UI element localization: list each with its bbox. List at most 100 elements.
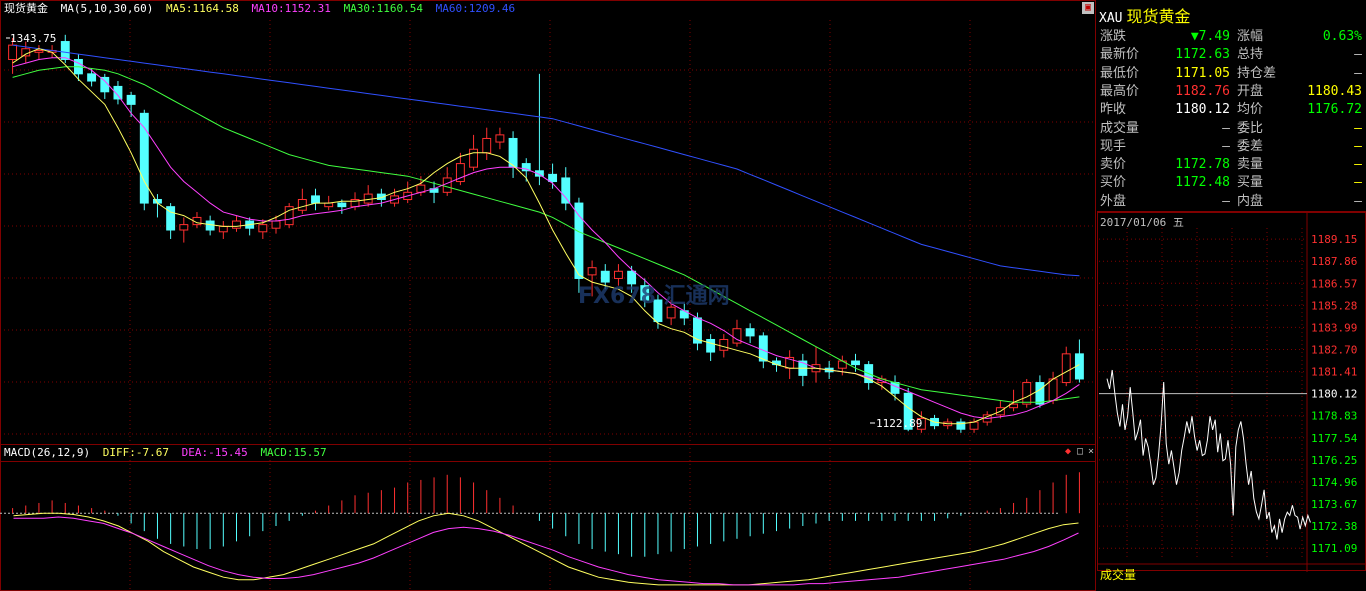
quote-value: 1172.63	[1175, 47, 1230, 63]
quote-label: 均价	[1237, 102, 1264, 118]
quote-value: 1182.76	[1175, 83, 1230, 99]
candle-body	[442, 177, 452, 193]
quote-label: 总持	[1237, 47, 1264, 63]
ma5-line	[12, 48, 1080, 425]
quote-name: 现货黄金	[1126, 7, 1191, 26]
candle-body	[469, 148, 479, 168]
quote-label: 最新价	[1100, 47, 1140, 63]
candle	[732, 319, 742, 347]
mini-tick-label: 1173.67	[1311, 498, 1357, 511]
candle-body	[179, 224, 189, 231]
quote-row: 涨跌 ▼7.49 涨幅 0.63%	[1100, 28, 1364, 46]
candle-body	[1061, 353, 1071, 384]
quote-value: —	[1354, 157, 1362, 173]
mini-tick-label: 1174.96	[1311, 476, 1357, 489]
candle-body	[561, 177, 571, 204]
candle-body	[574, 202, 584, 279]
candle-body	[969, 421, 979, 430]
candle	[811, 346, 821, 383]
quote-label: 涨幅	[1237, 29, 1264, 44]
mini-tick-label: 1178.83	[1311, 410, 1357, 423]
candle	[495, 127, 505, 150]
mini-tick-label: 1181.41	[1311, 366, 1357, 379]
quote-row: 最新价 1172.63 总持 —	[1100, 46, 1364, 64]
ma60-line	[12, 44, 1080, 277]
quote-row: 成交量 — 委比 —	[1100, 120, 1364, 138]
candle	[482, 127, 492, 160]
quote-label: 最高价	[1100, 83, 1140, 99]
candle-body	[34, 50, 44, 53]
high-price-label: 1343.75	[10, 32, 56, 45]
candle	[1022, 378, 1032, 408]
candle-body	[495, 134, 505, 143]
candle	[232, 215, 241, 232]
ma30-line	[12, 66, 1080, 403]
ma10-line	[12, 57, 1080, 420]
quote-value: 1172.48	[1175, 175, 1230, 191]
candle-body	[548, 173, 558, 183]
quote-row: 卖价 1172.78 卖量 —	[1100, 156, 1364, 174]
quote-value: 1172.78	[1175, 157, 1230, 173]
candle-body	[745, 328, 755, 337]
quote-label: 卖量	[1237, 157, 1264, 173]
low-price-label: 1122.89	[876, 417, 922, 430]
mini-tick-label: 1187.86	[1311, 255, 1357, 268]
quote-label: 内盘	[1237, 193, 1264, 209]
candle	[311, 188, 320, 211]
mini-tick-label: 1186.57	[1311, 277, 1357, 290]
candle	[218, 221, 228, 239]
moving-average-lines	[6, 37, 1080, 425]
macd-settings-icon[interactable]: ◆	[1063, 447, 1073, 457]
quote-label: 买量	[1237, 175, 1264, 191]
candle-body	[851, 360, 860, 366]
candle-body	[271, 220, 281, 229]
candle-series	[8, 34, 1084, 433]
quote-label: 买价	[1100, 175, 1127, 191]
quote-row: 最高价 1182.76 开盘 1180.43	[1100, 83, 1364, 101]
candle	[1074, 339, 1084, 383]
candle	[245, 217, 255, 236]
mini-tick-label: 1180.12	[1311, 388, 1357, 401]
candle	[442, 167, 452, 196]
quote-label: 卖价	[1100, 157, 1127, 173]
intraday-price-line	[1106, 369, 1311, 540]
candle-body	[126, 94, 136, 105]
mini-tick-label: 1176.25	[1311, 454, 1357, 467]
mini-tick-label: 1183.99	[1311, 321, 1357, 334]
quote-label: 成交量	[1100, 120, 1140, 136]
candle	[100, 73, 110, 99]
quote-title: XAU 现货黄金	[1099, 3, 1191, 26]
candle-body	[337, 202, 347, 208]
watermark: FX678 汇通网	[578, 284, 730, 309]
candle	[87, 68, 97, 87]
macd-params: MACD(26,12,9)	[4, 446, 91, 459]
candle-body	[297, 198, 307, 211]
candle-body	[8, 44, 18, 60]
candle	[745, 323, 755, 344]
candle-body	[1022, 382, 1032, 405]
quote-value: —	[1354, 138, 1362, 154]
candlestick-chart[interactable]: 1343.75 1122.89	[0, 0, 1097, 591]
candle-body	[139, 112, 149, 204]
candle	[798, 353, 808, 387]
candle-body	[508, 137, 518, 168]
quote-value: ▼7.49	[1190, 29, 1230, 44]
macd-close-icon[interactable]: ×	[1086, 447, 1096, 457]
quote-value: —	[1354, 47, 1362, 63]
mini-tick-label: 1185.28	[1311, 299, 1357, 312]
candle-body	[324, 202, 334, 208]
candle-body	[719, 338, 729, 351]
candle	[508, 131, 518, 178]
quote-row: 昨收 1180.12 均价 1176.72	[1100, 101, 1364, 119]
candle	[192, 212, 202, 229]
quote-value: 1176.72	[1307, 102, 1362, 118]
intraday-chart[interactable]: 1189.15 1187.86 1186.57 1185.28 1183.99 1182.…	[1097, 212, 1366, 572]
macd-maximize-icon[interactable]: □	[1075, 447, 1085, 457]
macd-value: MACD:15.57	[260, 446, 327, 459]
quote-label: 持仓差	[1237, 65, 1277, 81]
quote-value: —	[1222, 193, 1230, 209]
candle-body	[482, 137, 492, 154]
candle-body	[60, 41, 70, 60]
candle-body	[311, 195, 320, 204]
mini-tick-label: 1171.09	[1311, 542, 1357, 555]
